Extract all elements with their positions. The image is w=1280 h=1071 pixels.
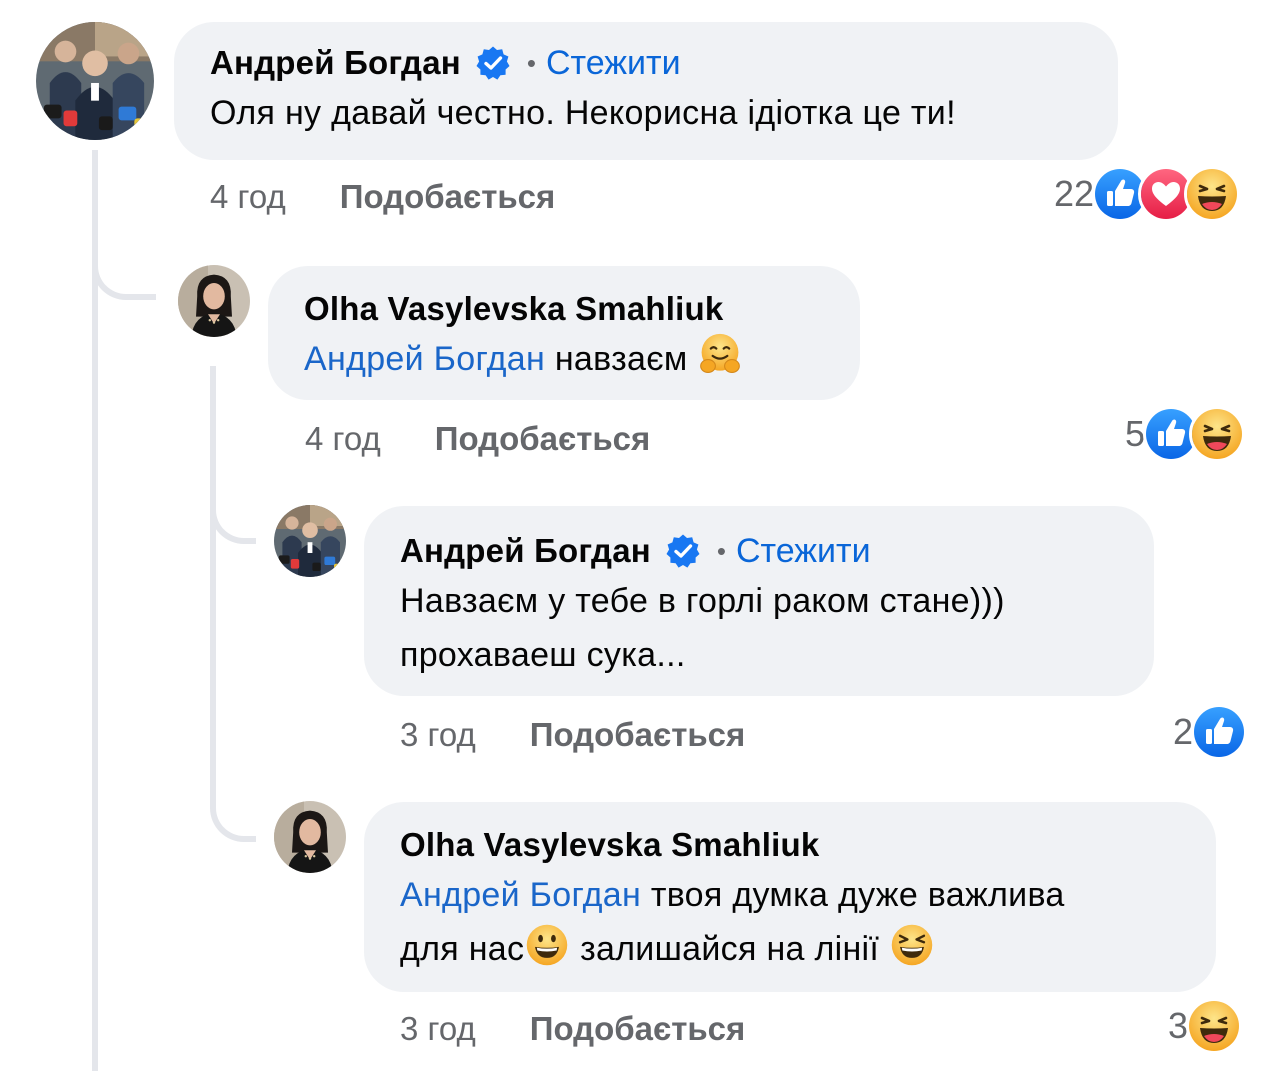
- comment-body: залишайся на лінії: [570, 930, 889, 968]
- comment-meta-3: 3 год Подобається: [400, 716, 745, 754]
- reaction-count: 3: [1168, 1005, 1189, 1046]
- comment-meta-1: 4 год Подобається: [210, 178, 555, 216]
- reaction-count: 5: [1125, 413, 1146, 454]
- separator-dot: •: [716, 535, 726, 566]
- like-icon: [1191, 704, 1248, 760]
- avatar-olha[interactable]: [178, 265, 250, 337]
- author-name[interactable]: Андрей Богдан: [400, 532, 651, 570]
- thread-line-main: [92, 150, 98, 1071]
- like-button[interactable]: Подобається: [530, 716, 746, 754]
- separator-dot: •: [526, 47, 536, 78]
- reaction-count: 22: [1054, 173, 1095, 214]
- comment-body: навзаєм: [545, 340, 698, 378]
- author-name[interactable]: Olha Vasylevska Smahliuk: [400, 826, 819, 864]
- haha-icon: [1184, 166, 1241, 222]
- thread-curve-2: [210, 494, 256, 544]
- laughing-emoji: [889, 922, 935, 968]
- haha-icon: [1189, 406, 1246, 462]
- comment-text-line-2: прохаваеш сука...: [400, 636, 686, 674]
- like-button[interactable]: Подобається: [435, 420, 651, 458]
- mention-link[interactable]: Андрей Богдан: [400, 876, 641, 914]
- author-name[interactable]: Olha Vasylevska Smahliuk: [304, 290, 723, 328]
- author-name[interactable]: Андрей Богдан: [210, 44, 461, 82]
- comment-text-line-1: Андрей Богдан твоя думка дуже важлива: [400, 868, 1180, 922]
- like-button[interactable]: Подобається: [340, 178, 556, 216]
- avatar-andrei-bogdan-small[interactable]: [274, 505, 346, 577]
- reactions-4[interactable]: 3: [1168, 998, 1243, 1054]
- verified-badge-icon: [475, 45, 511, 81]
- reaction-count: 2: [1173, 711, 1194, 752]
- follow-button[interactable]: Стежити: [736, 532, 871, 571]
- comment-body: для нас: [400, 930, 525, 968]
- thread-curve-3: [210, 792, 256, 842]
- comment-time[interactable]: 4 год: [305, 420, 381, 458]
- comment-body: твоя думка дуже важлива: [641, 876, 1065, 914]
- like-button[interactable]: Подобається: [530, 1010, 746, 1048]
- comment-meta-4: 3 год Подобається: [400, 1010, 745, 1048]
- comment-bubble-4: Olha Vasylevska Smahliuk Андрей Богдан т…: [364, 802, 1216, 992]
- comment-text: Оля ну давай честно. Некорисна ідіотка ц…: [210, 94, 956, 132]
- comment-bubble-2: Olha Vasylevska Smahliuk Андрей Богдан н…: [268, 266, 860, 400]
- haha-icon: [1186, 998, 1243, 1054]
- grinning-emoji: [524, 922, 570, 968]
- avatar-andrei-bogdan[interactable]: [36, 22, 154, 140]
- mention-link[interactable]: Андрей Богдан: [304, 340, 545, 378]
- comment-text: Андрей Богдан навзаєм: [304, 332, 824, 386]
- comment-bubble-3: Андрей Богдан • Стежити Навзаєм у тебе в…: [364, 506, 1154, 696]
- comment-time[interactable]: 3 год: [400, 716, 476, 754]
- comment-time[interactable]: 4 год: [210, 178, 286, 216]
- avatar-olha-small[interactable]: [274, 801, 346, 873]
- reactions-3[interactable]: 2: [1173, 704, 1248, 760]
- comment-bubble-1: Андрей Богдан • Стежити Оля ну давай чес…: [174, 22, 1118, 160]
- thread-curve-1: [92, 250, 156, 300]
- verified-badge-icon: [665, 533, 701, 569]
- comment-time[interactable]: 3 год: [400, 1010, 476, 1048]
- comment-text-line-2: для нас залишайся на лінії: [400, 922, 1180, 976]
- thread-line-nested: [210, 366, 216, 806]
- comment-meta-2: 4 год Подобається: [305, 420, 650, 458]
- reactions-1[interactable]: 22: [1054, 166, 1241, 222]
- comment-text-line-1: Навзаєм у тебе в горлі раком стане))): [400, 582, 1005, 620]
- reactions-2[interactable]: 5: [1125, 406, 1246, 462]
- follow-button[interactable]: Стежити: [546, 44, 681, 83]
- hugging-emoji: [697, 332, 743, 378]
